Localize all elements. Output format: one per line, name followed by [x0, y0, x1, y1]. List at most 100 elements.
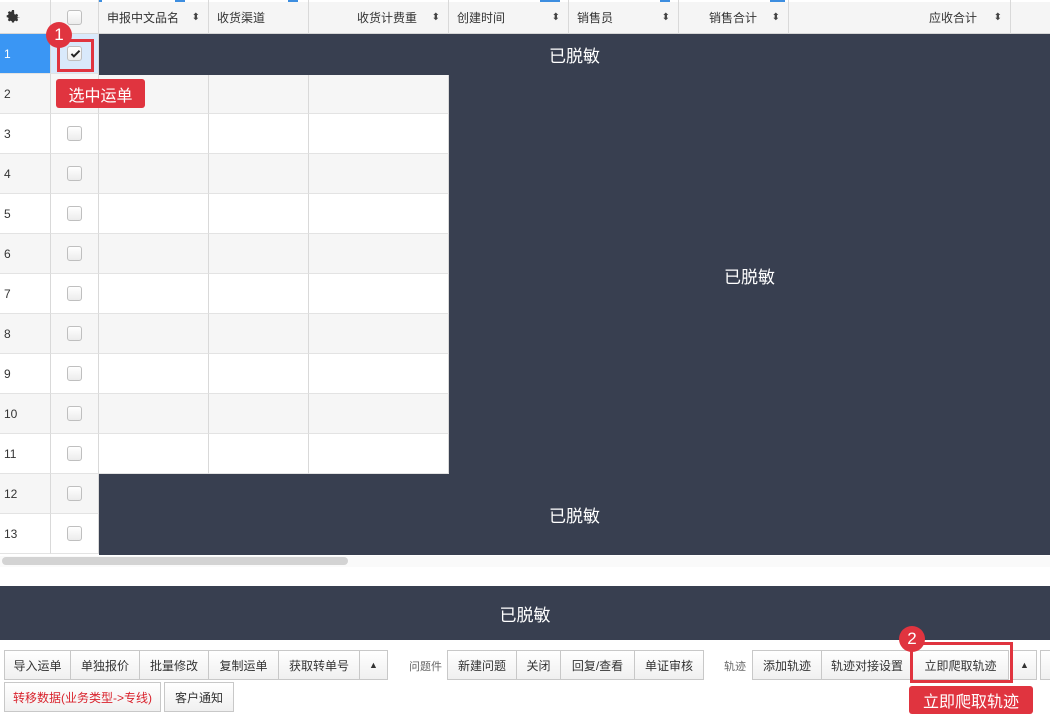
- row-checkbox[interactable]: [67, 326, 82, 341]
- row-checkbox[interactable]: [67, 206, 82, 221]
- masked-region: 已脱敏: [0, 586, 1050, 640]
- sort-icon[interactable]: ⬍: [994, 12, 1002, 23]
- row-number[interactable]: 4: [0, 154, 51, 194]
- row-number[interactable]: 5: [0, 194, 51, 234]
- table-cell[interactable]: [99, 434, 209, 474]
- row-select-cell[interactable]: [51, 234, 99, 274]
- row-select-cell[interactable]: [51, 434, 99, 474]
- scrollbar-thumb[interactable]: [2, 557, 348, 565]
- row-select-cell[interactable]: [51, 354, 99, 394]
- col-salesperson[interactable]: 销售员 ⬍: [569, 0, 679, 34]
- column-settings[interactable]: [0, 0, 51, 34]
- get-transfer-number-button[interactable]: 获取转单号: [278, 650, 360, 680]
- row-number[interactable]: 2: [0, 74, 51, 114]
- table-cell[interactable]: [99, 234, 209, 274]
- row-checkbox[interactable]: [67, 526, 82, 541]
- row-checkbox[interactable]: [67, 366, 82, 381]
- gear-icon[interactable]: [4, 8, 22, 26]
- row-checkbox[interactable]: [67, 126, 82, 141]
- row-number[interactable]: 13: [0, 514, 51, 554]
- row-number[interactable]: 8: [0, 314, 51, 354]
- horizontal-scrollbar[interactable]: [0, 556, 1050, 567]
- table-cell[interactable]: [99, 274, 209, 314]
- sort-icon[interactable]: ⬍: [552, 12, 560, 23]
- table-cell[interactable]: [309, 354, 449, 394]
- sort-icon[interactable]: ⬍: [772, 12, 780, 23]
- table-cell[interactable]: [209, 314, 309, 354]
- row-checkbox[interactable]: [67, 406, 82, 421]
- col-declared-name[interactable]: 申报中文品名 ⬍: [99, 0, 209, 34]
- sort-icon[interactable]: ⬍: [662, 12, 670, 23]
- table-cell[interactable]: [209, 154, 309, 194]
- col-created-time[interactable]: 创建时间 ⬍: [449, 0, 569, 34]
- table-cell[interactable]: [309, 234, 449, 274]
- track-more-button[interactable]: ▲: [1012, 650, 1037, 680]
- table-cell[interactable]: [99, 194, 209, 234]
- table-cell[interactable]: [309, 314, 449, 354]
- document-review-button[interactable]: 单证审核: [634, 650, 704, 680]
- table-cell[interactable]: [209, 274, 309, 314]
- col-receivable-total[interactable]: 应收合计 ⬍: [789, 0, 1011, 34]
- close-problem-button[interactable]: 关闭: [516, 650, 561, 680]
- table-cell[interactable]: [309, 114, 449, 154]
- table-cell[interactable]: [309, 434, 449, 474]
- row-select-cell[interactable]: [51, 194, 99, 234]
- table-cell[interactable]: [309, 394, 449, 434]
- table-cell[interactable]: [309, 194, 449, 234]
- batch-edit-button[interactable]: 批量修改: [139, 650, 209, 680]
- single-quote-button[interactable]: 单独报价: [70, 650, 140, 680]
- row-select-cell[interactable]: [51, 474, 99, 514]
- row-select-cell[interactable]: [51, 514, 99, 554]
- row-number[interactable]: 9: [0, 354, 51, 394]
- add-track-button[interactable]: 添加轨迹: [752, 650, 822, 680]
- row-number[interactable]: 1: [0, 34, 51, 74]
- row-select-cell[interactable]: [51, 394, 99, 434]
- select-all-checkbox[interactable]: [67, 9, 82, 25]
- col-sales-total[interactable]: 销售合计 ⬍: [679, 0, 789, 34]
- row-checkbox[interactable]: [67, 486, 82, 501]
- row-checkbox[interactable]: [67, 246, 82, 261]
- table-cell[interactable]: [209, 234, 309, 274]
- import-waybill-button[interactable]: 导入运单: [4, 650, 71, 680]
- table-cell[interactable]: [209, 394, 309, 434]
- row-checkbox[interactable]: [67, 166, 82, 181]
- row-number[interactable]: 7: [0, 274, 51, 314]
- row-number[interactable]: 11: [0, 434, 51, 474]
- table-cell[interactable]: [209, 114, 309, 154]
- table-cell[interactable]: [99, 154, 209, 194]
- row-number[interactable]: 6: [0, 234, 51, 274]
- toolbar: 导入运单 单独报价 批量修改 复制运单 获取转单号 ▲ 问题件 新建问题 关闭 …: [0, 641, 1050, 715]
- row-number[interactable]: 10: [0, 394, 51, 434]
- row-select-cell[interactable]: [51, 314, 99, 354]
- reply-view-button[interactable]: 回复/查看: [560, 650, 635, 680]
- table-cell[interactable]: [309, 274, 449, 314]
- table-cell[interactable]: [99, 354, 209, 394]
- row-checkbox[interactable]: [67, 286, 82, 301]
- row-select-cell[interactable]: [51, 154, 99, 194]
- overflow-button[interactable]: [1040, 650, 1050, 680]
- table-cell[interactable]: [99, 114, 209, 154]
- table-cell[interactable]: [209, 194, 309, 234]
- copy-waybill-button[interactable]: 复制运单: [208, 650, 279, 680]
- row-number[interactable]: 12: [0, 474, 51, 514]
- transfer-data-button[interactable]: 转移数据(业务类型->专线): [4, 682, 161, 712]
- table-cell[interactable]: [309, 74, 449, 114]
- table-cell[interactable]: [99, 394, 209, 434]
- new-problem-button[interactable]: 新建问题: [447, 650, 517, 680]
- row-select-cell[interactable]: [51, 274, 99, 314]
- sort-icon[interactable]: ⬍: [432, 12, 440, 23]
- table-cell[interactable]: [99, 314, 209, 354]
- sort-icon[interactable]: ⬍: [192, 12, 200, 23]
- table-cell[interactable]: [309, 154, 449, 194]
- row-select-cell[interactable]: [51, 114, 99, 154]
- col-receive-channel[interactable]: 收货渠道: [209, 0, 309, 34]
- table-cell[interactable]: [209, 434, 309, 474]
- table-cell[interactable]: [209, 354, 309, 394]
- table-cell[interactable]: [209, 74, 309, 114]
- more-options-button[interactable]: ▲: [359, 650, 388, 680]
- col-billing-weight[interactable]: 收货计费重 ⬍: [309, 0, 449, 34]
- track-integration-settings-button[interactable]: 轨迹对接设置: [821, 650, 913, 680]
- row-number[interactable]: 3: [0, 114, 51, 154]
- row-checkbox[interactable]: [67, 446, 82, 461]
- customer-notify-button[interactable]: 客户通知: [164, 682, 234, 712]
